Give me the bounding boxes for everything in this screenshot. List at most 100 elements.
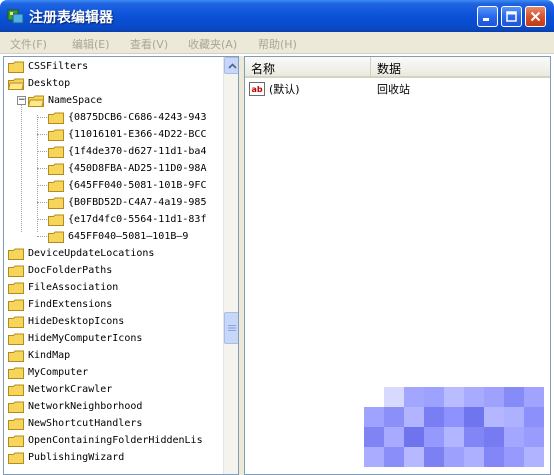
- tree-item[interactable]: HideDesktopIcons: [8, 313, 124, 330]
- tree-item-label: NameSpace: [48, 95, 103, 106]
- collapse-toggle[interactable]: −: [17, 96, 26, 105]
- folder-icon: [48, 214, 64, 226]
- folder-icon: [48, 129, 64, 141]
- tree-item[interactable]: OpenContainingFolderHiddenLis: [8, 432, 203, 449]
- tree-item-label: KindMap: [28, 350, 71, 361]
- tree-item[interactable]: DocFolderPaths: [8, 262, 112, 279]
- folder-icon: [8, 265, 24, 277]
- folder-icon: [8, 333, 24, 345]
- folder-icon: [48, 146, 64, 158]
- tree-item-label: NetworkNeighborhood: [28, 401, 143, 412]
- tree-item[interactable]: {645FF040-5081-101B-9FC: [48, 177, 206, 194]
- tree-item-label: PublishingWizard: [28, 452, 125, 463]
- folder-icon: [48, 163, 64, 175]
- menu-bar: 文件(F) 编辑(E) 查看(V) 收藏夹(A) 帮助(H): [0, 32, 554, 54]
- tree-line: [37, 134, 47, 135]
- tree-item[interactable]: {11016101-E366-4D22-BCC: [48, 126, 206, 143]
- menu-favorites[interactable]: 收藏夹(A): [188, 36, 237, 52]
- column-header-name[interactable]: 名称: [245, 57, 371, 78]
- tree-item[interactable]: NetworkCrawler: [8, 381, 112, 398]
- tree-item[interactable]: Desktop: [8, 75, 70, 92]
- minimize-icon: [483, 18, 489, 21]
- tree-item-label: CSSFilters: [28, 61, 89, 72]
- tree-item-label: NewShortcutHandlers: [28, 418, 143, 429]
- value-name: (默认): [269, 83, 300, 96]
- tree-item-label: {645FF040-5081-101B-9FC: [68, 180, 207, 191]
- value-row[interactable]: ab (默认): [249, 80, 300, 98]
- maximize-icon: [506, 11, 517, 22]
- menu-view[interactable]: 查看(V): [130, 36, 168, 52]
- tree-line: [37, 151, 47, 152]
- value-data-cell: 回收站: [377, 80, 410, 98]
- tree-line: [37, 168, 47, 169]
- tree-scrollbar[interactable]: [223, 57, 238, 474]
- tree-item[interactable]: FindExtensions: [8, 296, 112, 313]
- close-icon: [530, 11, 541, 22]
- folder-icon: [48, 197, 64, 209]
- grip-icon: [228, 325, 236, 331]
- tree-item[interactable]: {450D8FBA-AD25-11D0-98A: [48, 160, 206, 177]
- tree-item-label: {11016101-E366-4D22-BCC: [68, 129, 207, 140]
- tree-item-selected[interactable]: 645FF040—5081—101B—9: [48, 228, 188, 245]
- tree-line: [37, 185, 47, 186]
- folder-icon: [8, 401, 24, 413]
- tree-item[interactable]: {B0FBD52D-C4A7-4a19-985: [48, 194, 206, 211]
- scroll-thumb[interactable]: [224, 312, 238, 344]
- folder-icon: [8, 418, 24, 430]
- chevron-up-icon: [227, 62, 237, 69]
- desktop-logo-fragment: [364, 387, 554, 475]
- tree-line: [37, 202, 47, 203]
- tree-item[interactable]: NewShortcutHandlers: [8, 415, 142, 432]
- tree-item-label: FileAssociation: [28, 282, 119, 293]
- minimize-button[interactable]: [477, 6, 498, 27]
- scroll-up-button[interactable]: [224, 57, 238, 74]
- tree-item[interactable]: PublishingWizard: [8, 449, 124, 466]
- tree-item[interactable]: {1f4de370-d627-11d1-ba4: [48, 143, 206, 160]
- menu-help[interactable]: 帮助(H): [258, 36, 297, 52]
- tree-item-label: OpenContainingFolderHiddenLis: [28, 435, 203, 446]
- value-data: 回收站: [377, 83, 410, 96]
- column-header-data[interactable]: 数据: [371, 57, 550, 78]
- tree-item[interactable]: NetworkNeighborhood: [8, 398, 142, 415]
- tree-item-label: {B0FBD52D-C4A7-4a19-985: [68, 197, 207, 208]
- tree-line: [37, 115, 38, 232]
- tree-item[interactable]: FileAssociation: [8, 279, 118, 296]
- tree-item-label: HideDesktopIcons: [28, 316, 125, 327]
- folder-icon: [8, 452, 24, 464]
- tree-line: [21, 97, 22, 232]
- window-title: 注册表编辑器: [29, 10, 113, 26]
- title-bar[interactable]: 注册表编辑器: [0, 0, 554, 32]
- folder-icon: [8, 316, 24, 328]
- folder-icon: [8, 248, 24, 260]
- tree-item[interactable]: CSSFilters: [8, 58, 88, 75]
- folder-open-icon: [28, 95, 44, 107]
- folder-icon: [8, 350, 24, 362]
- tree-line: [37, 219, 47, 220]
- tree-line: [37, 236, 47, 237]
- tree-item-label: MyComputer: [28, 367, 89, 378]
- tree-item-label: DocFolderPaths: [28, 265, 113, 276]
- tree-item[interactable]: DeviceUpdateLocations: [8, 245, 154, 262]
- tree-item-label: FindExtensions: [28, 299, 113, 310]
- folder-icon: [8, 435, 24, 447]
- tree-item-label: 645FF040—5081—101B—9: [68, 231, 189, 242]
- folder-icon: [8, 367, 24, 379]
- tree-item[interactable]: NameSpace: [28, 92, 102, 109]
- folder-icon: [48, 231, 64, 243]
- close-button[interactable]: [525, 6, 546, 27]
- maximize-button[interactable]: [501, 6, 522, 27]
- tree-item[interactable]: {0875DCB6-C686-4243-943: [48, 109, 206, 126]
- folder-icon: [48, 180, 64, 192]
- folder-icon: [48, 112, 64, 124]
- tree-item[interactable]: HideMyComputerIcons: [8, 330, 142, 347]
- tree-item[interactable]: {e17d4fc0-5564-11d1-83f: [48, 211, 206, 228]
- menu-edit[interactable]: 编辑(E): [72, 36, 110, 52]
- tree-item[interactable]: KindMap: [8, 347, 70, 364]
- tree-item[interactable]: MyComputer: [8, 364, 88, 381]
- menu-file[interactable]: 文件(F): [10, 36, 47, 52]
- tree-item-label: {0875DCB6-C686-4243-943: [68, 112, 207, 123]
- tree-item-label: DeviceUpdateLocations: [28, 248, 155, 259]
- registry-tree[interactable]: − CSSFilters Desktop NameSpace {0875DCB6…: [3, 56, 239, 475]
- folder-icon: [8, 282, 24, 294]
- folder-icon: [8, 384, 24, 396]
